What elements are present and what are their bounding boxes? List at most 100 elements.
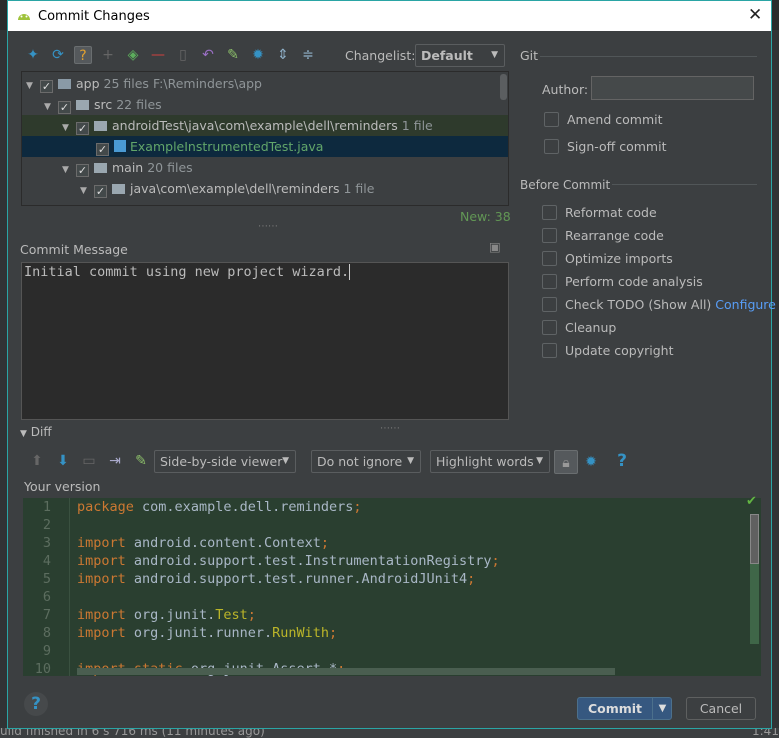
amend-commit-checkbox[interactable]: Amend commit	[544, 112, 663, 127]
commit-message-label: Commit Message	[20, 242, 128, 257]
chevron-down-icon: ▼	[536, 456, 543, 466]
divider	[540, 56, 757, 57]
expand-all-icon[interactable]: ⇕	[274, 46, 292, 64]
tree-row-app[interactable]: ▼ ✓ app 25 files F:\Reminders\app	[22, 73, 500, 94]
tree-row-androidtest[interactable]: ▼ ✓ androidTest\java\com\example\dell\remi…	[22, 115, 508, 136]
checkbox[interactable]: ✓	[76, 122, 89, 135]
update-copyright-checkbox[interactable]: Update copyright	[542, 343, 673, 358]
viewer-value: Side-by-side viewer	[160, 454, 283, 469]
checkbox[interactable]	[542, 320, 557, 335]
author-input[interactable]	[591, 76, 754, 100]
tree-row-src[interactable]: ▼ ✓ src 22 files	[22, 94, 500, 115]
message-history-icon[interactable]: ▣	[489, 239, 501, 254]
checkbox[interactable]	[542, 228, 557, 243]
tree-row-java[interactable]: ▼ ✓ java\com\example\dell\reminders 1 file	[22, 178, 500, 199]
tree-info: 25 files	[103, 76, 149, 91]
refresh-icon[interactable]: ⟳	[49, 46, 67, 64]
tree-label: src	[94, 97, 113, 112]
configure-link[interactable]: Configure	[715, 297, 776, 312]
tree-label: ExampleInstrumentedTest.java	[130, 139, 324, 154]
code-token: package	[77, 499, 134, 515]
commit-button[interactable]: Commit ▼	[577, 697, 672, 720]
checkbox[interactable]	[544, 112, 559, 127]
settings-icon[interactable]: ✹	[582, 453, 600, 471]
move-to-changelist-icon[interactable]: ◈	[124, 46, 142, 64]
edit-source-icon[interactable]: ✎	[224, 46, 242, 64]
option-label: Cleanup	[565, 320, 617, 335]
check-todo-checkbox[interactable]: Check TODO (Show All) Configure	[542, 297, 776, 312]
diff-toggle[interactable]: ▼ Diff	[20, 425, 52, 439]
rearrange-code-checkbox[interactable]: Rearrange code	[542, 228, 664, 243]
commit-message-input[interactable]: Initial commit using new project wizard.…	[21, 262, 509, 420]
checkbox[interactable]: ✓	[40, 80, 53, 93]
tree-info: 1 file	[401, 118, 433, 133]
checkbox[interactable]	[542, 251, 557, 266]
code-token: Test	[215, 607, 248, 623]
code-line: import android.content.Context;	[77, 535, 329, 551]
tree-row-main[interactable]: ▼ ✓ main 20 files	[22, 157, 500, 178]
group-by-icon[interactable]: ?	[74, 46, 92, 64]
checkbox[interactable]	[544, 139, 559, 154]
viewer-dropdown[interactable]: Side-by-side viewer ▼	[154, 450, 296, 473]
text-cursor: ​	[349, 264, 351, 280]
folder-icon	[76, 100, 89, 110]
next-difference-icon[interactable]: ⬇	[54, 452, 72, 470]
option-label: Check TODO (Show All)	[565, 297, 712, 312]
tree-row-file[interactable]: ✓ ExampleInstrumentedTest.java	[22, 136, 508, 157]
help-icon[interactable]: ?	[613, 452, 631, 470]
tree-info: 22 files	[116, 97, 162, 112]
collapse-all-icon[interactable]: ≑	[299, 46, 317, 64]
close-button[interactable]: ✕	[748, 5, 762, 25]
changelist-dropdown[interactable]: Default ▼	[415, 44, 505, 67]
ignore-dropdown[interactable]: Do not ignore ▼	[311, 450, 421, 473]
settings-icon[interactable]: ✹	[249, 46, 267, 64]
compare-icon[interactable]: ▭	[80, 452, 98, 470]
jump-to-source-icon[interactable]: ⇥	[106, 452, 124, 470]
option-label: Amend commit	[567, 112, 663, 127]
checkbox[interactable]	[542, 205, 557, 220]
rollback-icon[interactable]: ↶	[199, 46, 217, 64]
expand-arrow-icon[interactable]: ▼	[80, 181, 94, 202]
checkbox[interactable]	[542, 343, 557, 358]
divider	[612, 184, 757, 185]
lock-icon[interactable]: 🔒︎	[554, 450, 578, 474]
diff-toolbar: ⬆ ⬇ ▭ ⇥ ✎	[28, 452, 150, 470]
edit-icon[interactable]: ✎	[132, 452, 150, 470]
highlight-dropdown[interactable]: Highlight words ▼	[430, 450, 550, 473]
checkbox[interactable]	[542, 297, 557, 312]
optimize-imports-checkbox[interactable]: Optimize imports	[542, 251, 673, 266]
cleanup-checkbox[interactable]: Cleanup	[542, 320, 616, 335]
code-analysis-checkbox[interactable]: Perform code analysis	[542, 274, 703, 289]
title-bar: Commit Changes ✕	[8, 1, 771, 31]
editor-vertical-scrollbar[interactable]	[750, 514, 759, 564]
tree-scrollbar[interactable]	[500, 74, 507, 100]
diff-icon[interactable]: ✦	[24, 46, 42, 64]
signoff-commit-checkbox[interactable]: Sign-off commit	[544, 139, 667, 154]
collapse-arrow-icon: ▼	[20, 429, 27, 439]
help-button[interactable]: ?	[24, 692, 48, 716]
editor-horizontal-scrollbar[interactable]	[77, 668, 615, 675]
checkbox[interactable]: ✓	[58, 101, 71, 114]
code-token: import	[77, 553, 126, 569]
splitter-handle[interactable]: ⋯⋯	[258, 221, 278, 232]
diff-editor[interactable]: 1 package com.example.dell.reminders; 2 3 im…	[23, 498, 761, 676]
code-token: import	[77, 571, 126, 587]
line-number: 8	[42, 625, 51, 641]
code-line: import org.junit.Test;	[77, 607, 256, 623]
option-label: Perform code analysis	[565, 274, 703, 289]
checkbox[interactable]: ✓	[76, 164, 89, 177]
option-label: Reformat code	[565, 205, 657, 220]
add-icon[interactable]: +	[99, 46, 117, 64]
checkbox[interactable]	[542, 274, 557, 289]
splitter-handle[interactable]: ⋯⋯	[380, 423, 400, 434]
checkbox[interactable]: ✓	[94, 185, 107, 198]
commit-options-chevron-icon[interactable]: ▼	[652, 698, 672, 719]
checkbox[interactable]: ✓	[96, 143, 109, 156]
window-title: Commit Changes	[38, 9, 150, 24]
gutter-divider	[69, 498, 70, 676]
remove-icon[interactable]: —	[149, 46, 167, 64]
cancel-button[interactable]: Cancel	[686, 697, 756, 720]
reformat-code-checkbox[interactable]: Reformat code	[542, 205, 657, 220]
previous-difference-icon[interactable]: ⬆	[28, 452, 46, 470]
show-diff-icon[interactable]: ▯	[174, 46, 192, 64]
